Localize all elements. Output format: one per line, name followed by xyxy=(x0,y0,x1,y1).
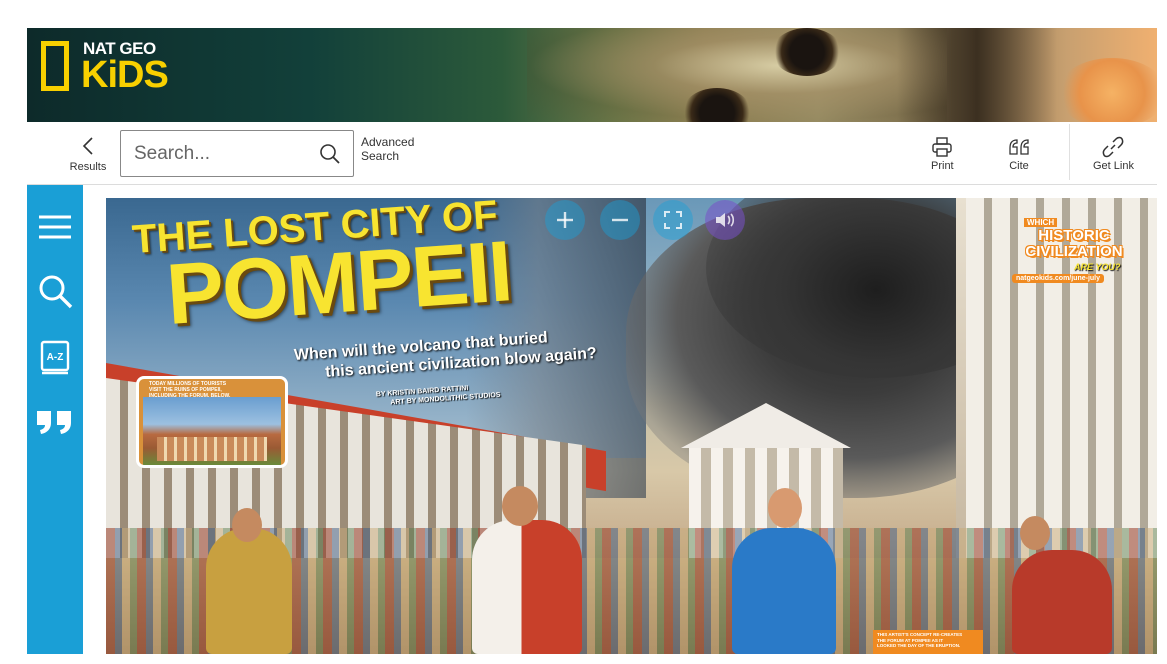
menu-button[interactable] xyxy=(33,205,77,249)
audio-icon xyxy=(716,213,735,227)
zoom-in-icon xyxy=(557,212,573,228)
app-frame: NAT GEO KiDS Results Advanced Search xyxy=(0,0,1167,664)
print-button[interactable]: Print xyxy=(931,136,954,172)
cite-quote-icon xyxy=(1009,139,1029,155)
temple-pediment xyxy=(681,403,851,448)
left-sidebar: A-Z xyxy=(27,185,83,654)
illustration-figure xyxy=(472,520,582,654)
search-icon xyxy=(39,275,73,309)
search-icon[interactable] xyxy=(319,143,341,165)
zoom-out-button[interactable] xyxy=(600,200,640,240)
fullscreen-button[interactable] xyxy=(653,200,693,240)
a-z-book-icon: A-Z xyxy=(40,340,70,375)
cite-label: Cite xyxy=(1009,160,1029,172)
a-z-button[interactable]: A-Z xyxy=(33,335,77,379)
printer-icon xyxy=(932,137,953,157)
header-banner: NAT GEO KiDS xyxy=(27,28,1157,122)
audio-button[interactable] xyxy=(705,200,745,240)
promo-url: natgeokids.com/june-july xyxy=(1012,274,1105,283)
promo-heading: HISTORIC CIVILIZATION xyxy=(1018,228,1130,260)
a-z-label: A-Z xyxy=(47,352,64,363)
chevron-left-icon xyxy=(63,136,113,159)
magazine-page-viewer[interactable]: THE LOST CITY OF POMPEII When will the v… xyxy=(106,198,1157,654)
promo-which: WHICH xyxy=(1024,218,1058,227)
get-link-button[interactable]: Get Link xyxy=(1093,136,1134,172)
illustration-caption: THIS ARTIST'S CONCEPT RE-CREATES THE FOR… xyxy=(873,630,983,654)
civilization-quiz-promo: WHICH HISTORIC CIVILIZATION ARE YOU? nat… xyxy=(1012,218,1130,290)
zoom-in-button[interactable] xyxy=(545,200,585,240)
illustration-figure-head xyxy=(1020,516,1050,550)
sidebar-cite-button[interactable] xyxy=(33,399,77,443)
forum-ruins xyxy=(157,437,267,461)
advanced-search-label-line2: Search xyxy=(361,149,400,163)
zoom-out-icon xyxy=(612,218,628,222)
illustration-figure-head xyxy=(232,508,262,542)
illustration-figure-head xyxy=(502,486,538,526)
banner-photo-shade xyxy=(897,28,1057,122)
logo-yellow-border xyxy=(41,41,69,91)
illustration-figure xyxy=(206,528,292,654)
illustration-figure xyxy=(732,528,836,654)
menu-icon xyxy=(39,215,71,239)
advanced-search-label-line1: Advanced xyxy=(361,135,415,149)
natgeo-kids-logo[interactable]: NAT GEO KiDS xyxy=(41,39,181,99)
get-link-label: Get Link xyxy=(1093,160,1134,172)
caption-line: LOOKED THE DAY OF THE ERUPTION. xyxy=(877,643,961,648)
advanced-search-link[interactable]: Advanced Search xyxy=(361,135,414,163)
toolbar-divider xyxy=(1069,124,1070,180)
search-box xyxy=(120,130,354,177)
promo-historic: HISTORIC xyxy=(1038,227,1110,244)
fullscreen-icon xyxy=(664,211,682,229)
results-label: Results xyxy=(69,161,107,173)
illustration-figure-head xyxy=(768,488,802,528)
illustration-figure xyxy=(1012,550,1112,654)
forum-ruins-photo xyxy=(143,397,281,465)
search-input[interactable] xyxy=(121,131,311,176)
toolbar: Results Advanced Search Print xyxy=(27,122,1157,185)
quote-icon xyxy=(37,411,71,434)
forum-photo-inset: TODAY MILLIONS OF TOURISTS VISIT THE RUI… xyxy=(136,376,288,468)
banner-photo-fruit xyxy=(1057,58,1157,122)
promo-civilization: CIVILIZATION xyxy=(1025,243,1123,260)
results-back-button[interactable]: Results xyxy=(63,136,113,173)
link-icon xyxy=(1103,136,1124,158)
sidebar-search-button[interactable] xyxy=(33,269,77,313)
promo-are-you: ARE YOU? xyxy=(1074,262,1121,272)
banner-photo-eye xyxy=(772,28,842,76)
logo-text-kids: KiDS xyxy=(81,54,169,96)
print-label: Print xyxy=(931,160,954,172)
cite-button[interactable]: Cite xyxy=(1007,136,1031,172)
